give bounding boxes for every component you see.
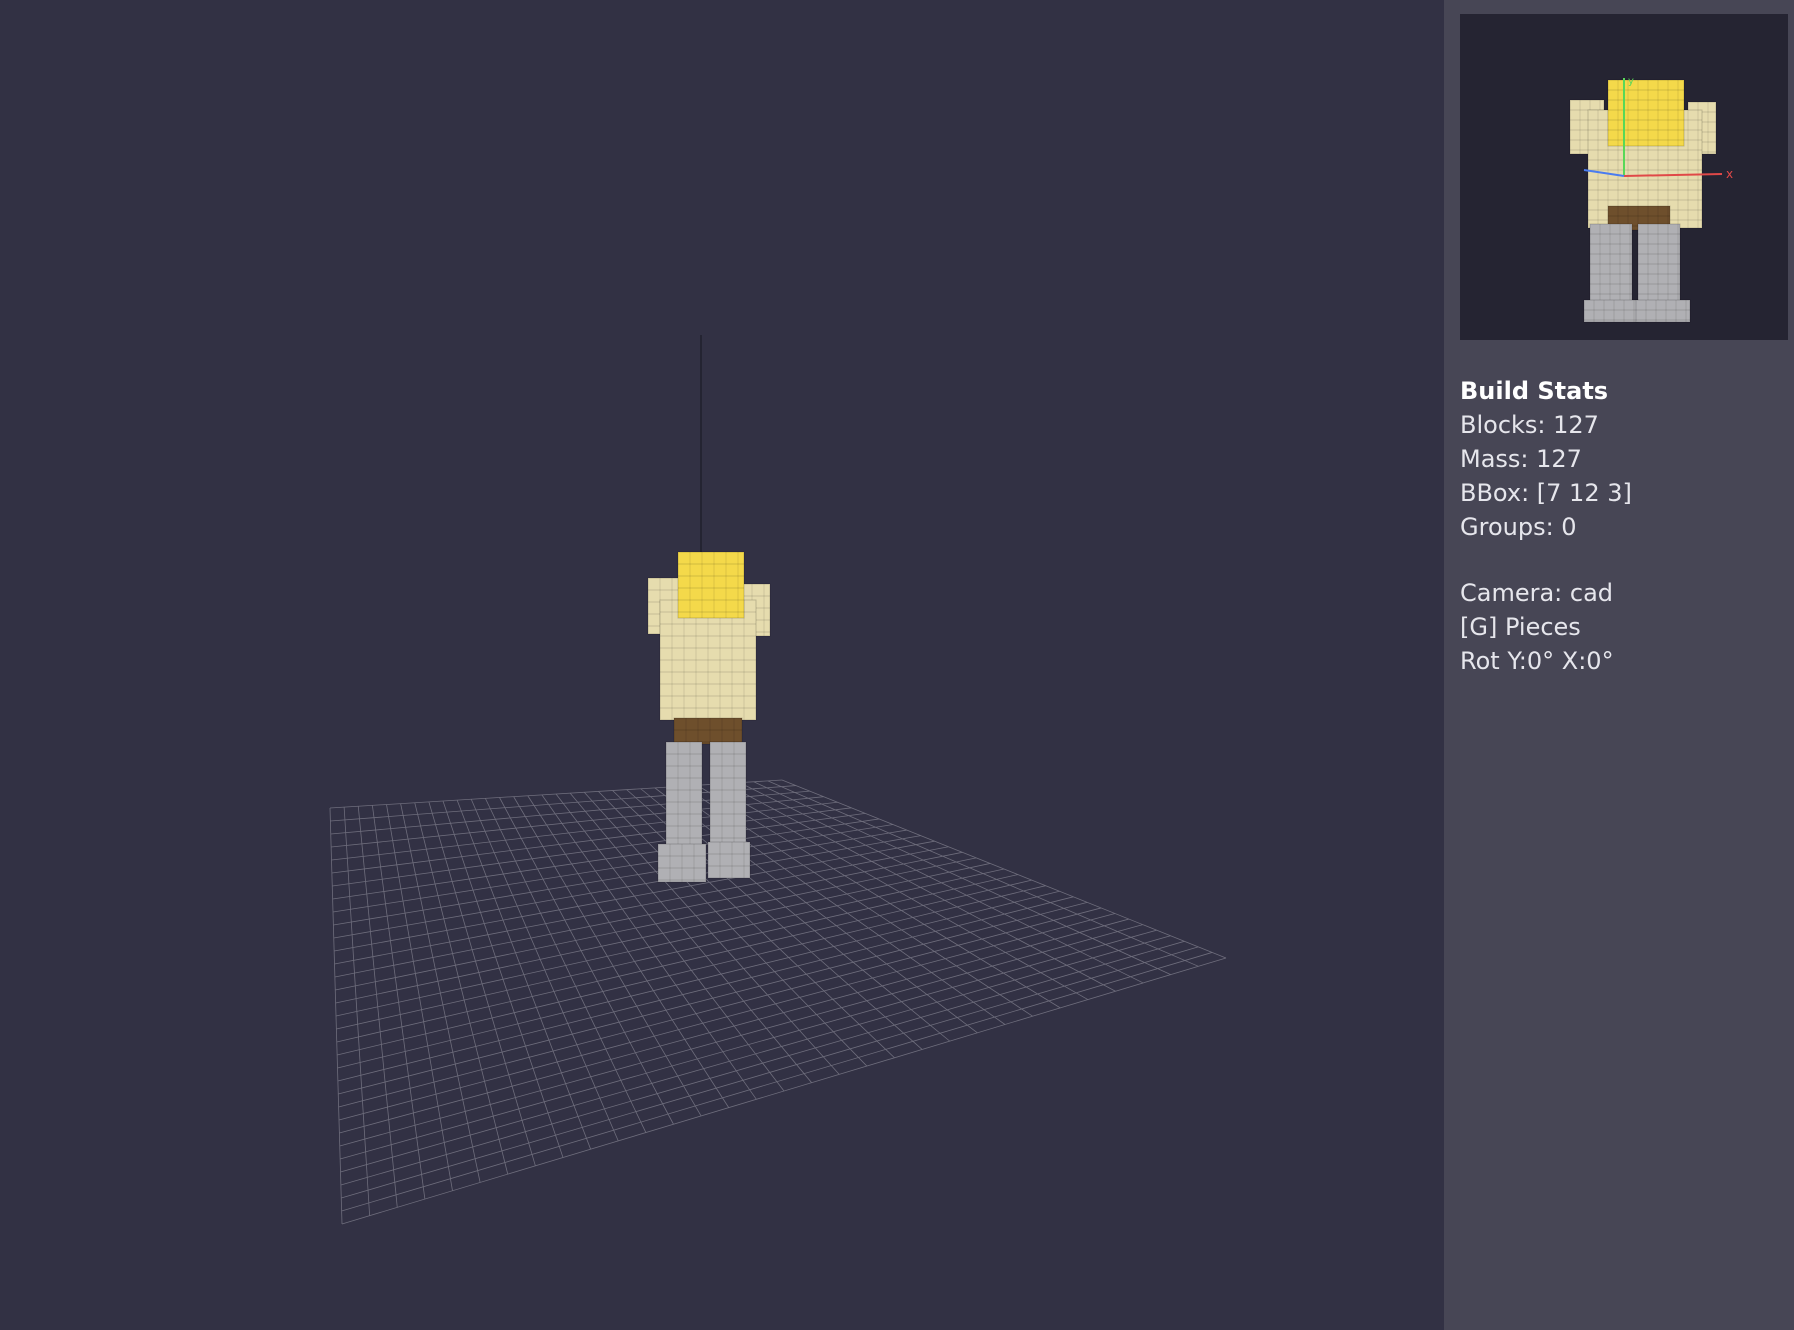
- minimap-figure: [1569, 79, 1717, 323]
- build-stats-title: Build Stats: [1460, 377, 1609, 405]
- grid-line: [338, 907, 1102, 1108]
- mass-stat: Mass: 127: [1460, 445, 1582, 473]
- axis-x-label: x: [1726, 167, 1733, 181]
- mini-left-foot: [1583, 299, 1639, 323]
- grid-line: [654, 787, 978, 1034]
- grid-line: [341, 952, 1213, 1212]
- belt: [673, 717, 743, 745]
- minimap-preview[interactable]: y x: [1460, 14, 1788, 340]
- pieces-toggle[interactable]: [G] Pieces: [1460, 610, 1780, 644]
- rotation-readout: Rot Y:0° X:0°: [1460, 647, 1614, 675]
- groups-stat: Groups: 0: [1460, 513, 1577, 541]
- left-foot: [657, 843, 707, 883]
- build-stats-panel: Build Stats Blocks: 127 Mass: 127 BBox: …: [1460, 374, 1780, 678]
- right-foot: [707, 841, 751, 879]
- sidebar: y x Build Stats Blocks: 127 Mass: 127 BB…: [1444, 0, 1794, 1330]
- left-leg: [665, 741, 703, 849]
- mini-right-leg: [1637, 223, 1681, 307]
- grid-line: [340, 929, 1157, 1160]
- grid-line: [340, 940, 1185, 1186]
- grid-line: [336, 879, 1032, 1043]
- bbox-stat: BBox: [7 12 3]: [1460, 479, 1632, 507]
- mini-hair: [1607, 79, 1685, 147]
- grid-line: [340, 935, 1171, 1173]
- mini-right-foot: [1635, 299, 1691, 323]
- voxel-figure[interactable]: [647, 551, 771, 883]
- floor-grid: [329, 779, 1227, 1225]
- grid-line: [711, 784, 1089, 1000]
- mini-left-leg: [1589, 223, 1633, 307]
- grid-line: [338, 901, 1088, 1095]
- blocks-stat: Blocks: 127: [1460, 411, 1599, 439]
- grid-line: [339, 924, 1143, 1147]
- right-leg: [709, 741, 747, 847]
- camera-mode: Camera: cad: [1460, 579, 1614, 607]
- axis-y-label: y: [1628, 76, 1634, 87]
- grid-line: [335, 868, 1005, 1017]
- grid-line: [338, 913, 1116, 1121]
- grid-line: [753, 781, 1171, 975]
- 3d-viewport[interactable]: [0, 0, 1444, 1330]
- grid-line: [739, 782, 1144, 984]
- grid-line: [781, 779, 1227, 959]
- hair: [677, 551, 745, 619]
- scene-canvas[interactable]: [0, 0, 1444, 1330]
